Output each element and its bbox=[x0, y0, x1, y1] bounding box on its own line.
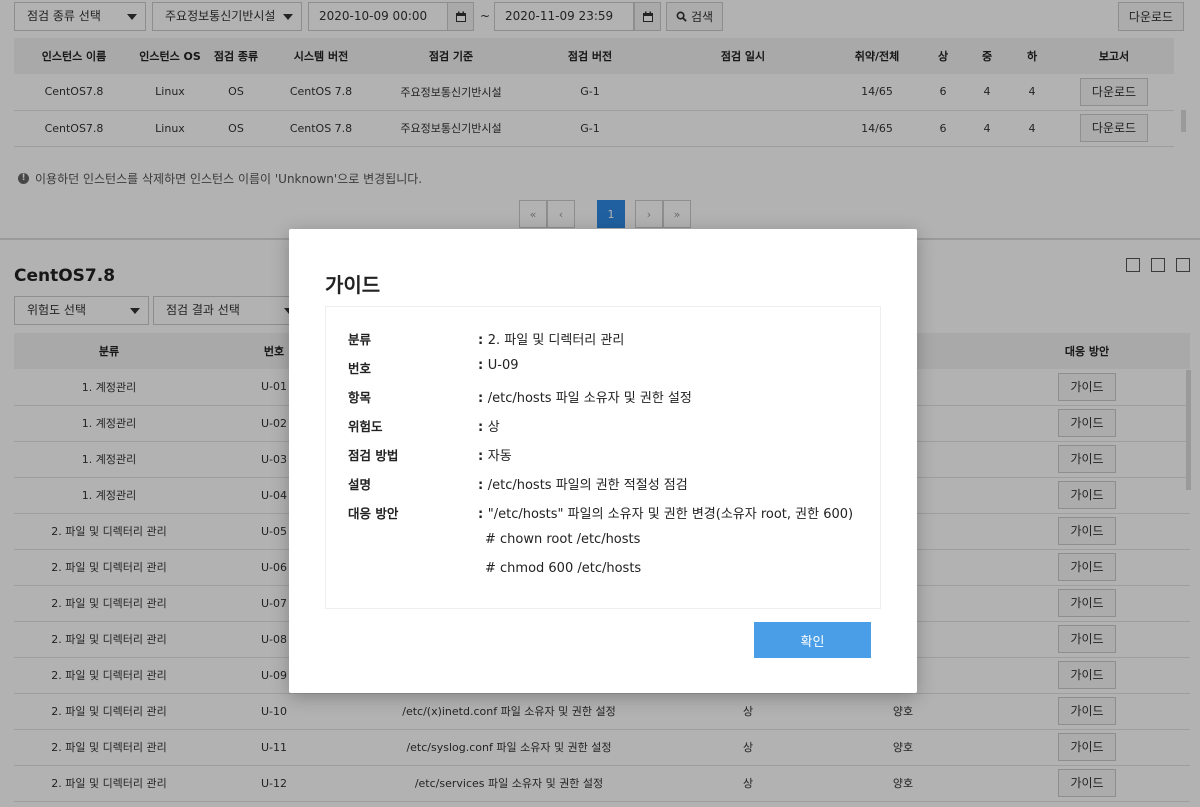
guide-field-value: 자동 bbox=[478, 445, 858, 464]
guide-field: 점검 방법 자동 bbox=[348, 445, 858, 474]
guide-field-label: 항목 bbox=[348, 390, 372, 405]
confirm-button[interactable]: 확인 bbox=[754, 622, 871, 658]
guide-field: 분류 2. 파일 및 디렉터리 관리 bbox=[348, 329, 858, 358]
guide-field-label: 분류 bbox=[348, 332, 372, 347]
guide-field-value: /etc/hosts 파일 소유자 및 권한 설정 bbox=[478, 387, 858, 406]
guide-modal: 가이드 분류 2. 파일 및 디렉터리 관리번호 U-09 항목/etc/hosts … bbox=[289, 229, 917, 693]
guide-field-label: 위험도 bbox=[348, 419, 383, 434]
guide-field-value: "/etc/hosts" 파일의 소유자 및 권한 변경(소유자 root, 권… bbox=[478, 503, 858, 522]
guide-command: # chmod 600 /etc/hosts bbox=[485, 561, 642, 576]
guide-field-label: 번호 bbox=[348, 361, 372, 376]
guide-field: 설명/etc/hosts 파일의 권한 적절성 점검 bbox=[348, 474, 858, 503]
guide-field-value: 상 bbox=[478, 416, 858, 435]
guide-field-label: 점검 방법 bbox=[348, 448, 399, 463]
guide-field: 위험도 상 bbox=[348, 416, 858, 445]
guide-details: 분류 2. 파일 및 디렉터리 관리번호 U-09 항목/etc/hosts 파일 소… bbox=[325, 306, 881, 609]
guide-field-value: /etc/hosts 파일의 권한 적절성 점검 bbox=[478, 474, 858, 493]
guide-field-value: 2. 파일 및 디렉터리 관리 bbox=[478, 329, 858, 348]
guide-command: # chown root /etc/hosts bbox=[485, 532, 641, 547]
guide-field-value: U-09 bbox=[478, 358, 858, 373]
guide-field-label: 대응 방안 bbox=[348, 506, 399, 521]
guide-field: 대응 방안 "/etc/hosts" 파일의 소유자 및 권한 변경(소유자 ro… bbox=[348, 503, 858, 532]
modal-title: 가이드 bbox=[325, 273, 381, 297]
guide-field-label: 설명 bbox=[348, 477, 372, 492]
guide-field: 항목/etc/hosts 파일 소유자 및 권한 설정 bbox=[348, 387, 858, 416]
guide-field: 번호 U-09 bbox=[348, 358, 858, 387]
